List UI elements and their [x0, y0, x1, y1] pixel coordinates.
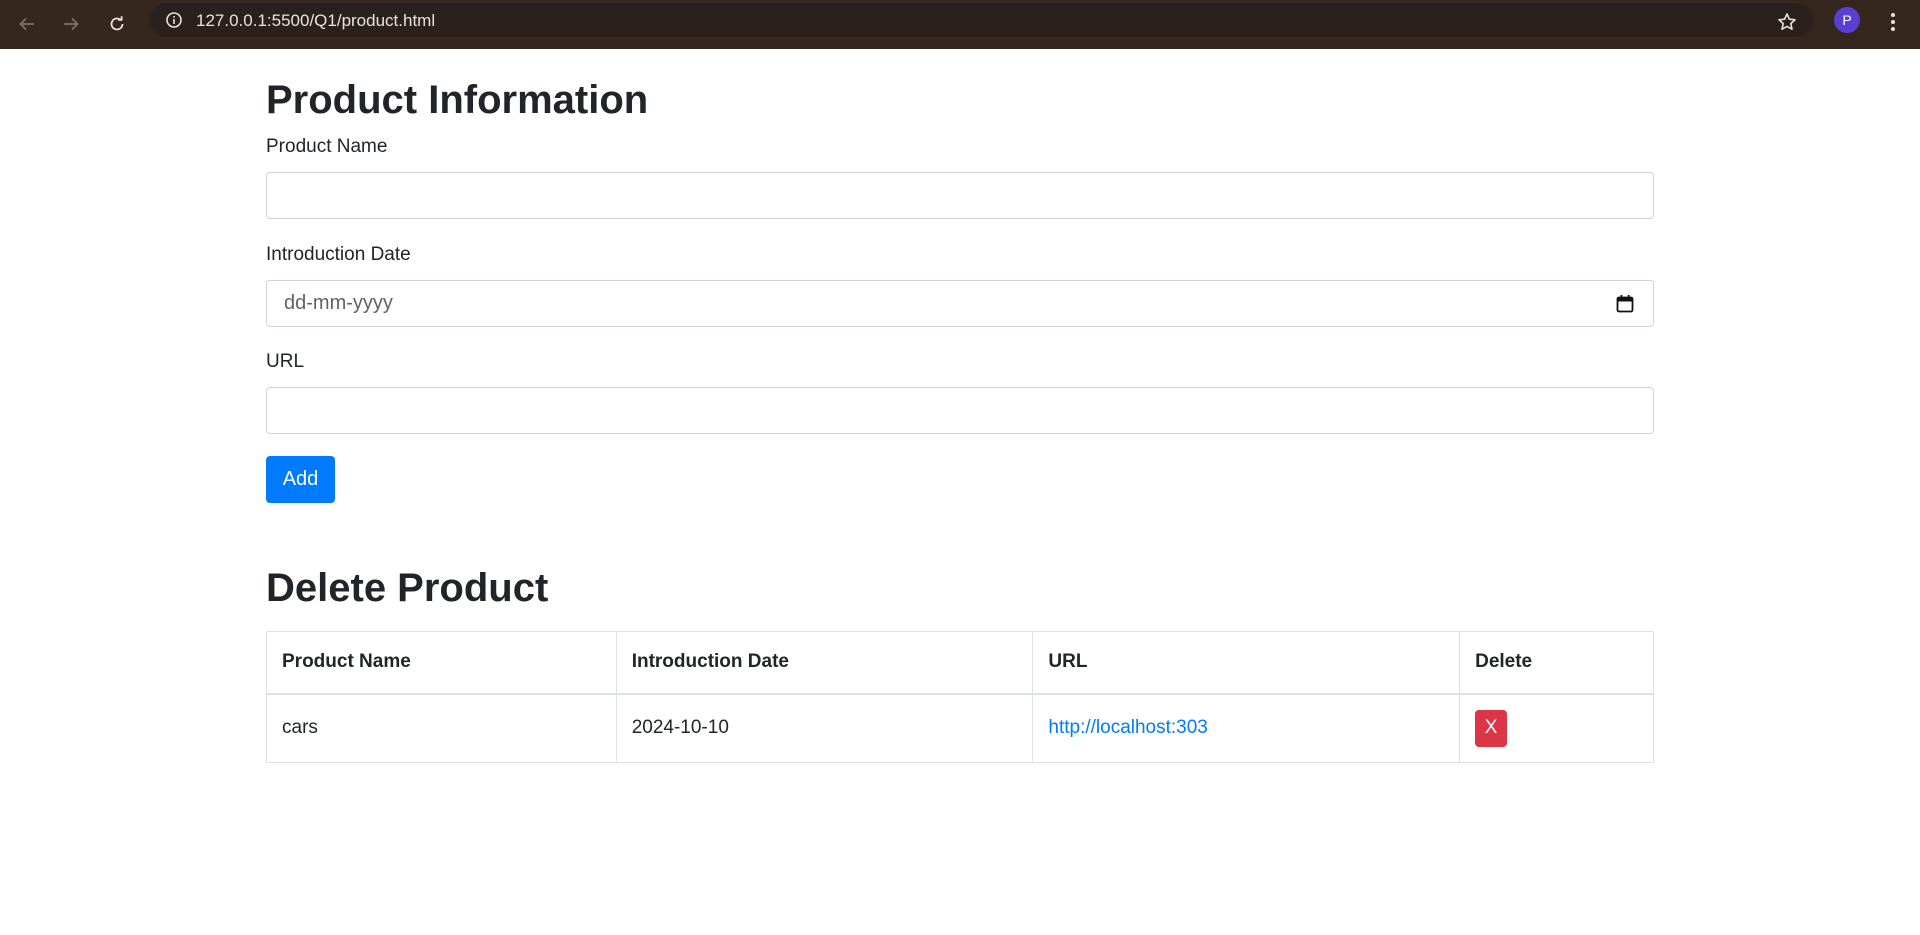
introduction-date-label: Introduction Date [266, 244, 411, 265]
cell-introduction-date: 2024-10-10 [615, 693, 1034, 763]
product-name-label: Product Name [266, 136, 388, 157]
url-label: URL [266, 351, 305, 372]
introduction-date-input[interactable]: dd-mm-yyyy [266, 280, 1654, 327]
address-bar[interactable]: 127.0.0.1:5500/Q1/product.html [150, 3, 1814, 37]
back-button[interactable] [10, 7, 44, 41]
delete-product-title: Delete Product [266, 566, 549, 610]
arrow-left-icon [18, 15, 36, 33]
bookmark-button[interactable] [1770, 7, 1804, 41]
table-header-row: Product Name Introduction Date URL Delet… [266, 631, 1654, 695]
add-button[interactable]: Add [266, 456, 335, 503]
product-url-link[interactable]: http://localhost:303 [1048, 717, 1208, 738]
product-information-title: Product Information [266, 78, 649, 122]
arrow-right-icon [62, 15, 80, 33]
browser-menu-button[interactable] [1880, 7, 1906, 41]
reload-button[interactable] [100, 7, 134, 41]
site-info-icon[interactable] [162, 8, 186, 32]
url-input[interactable] [266, 387, 1654, 434]
product-name-input[interactable] [266, 172, 1654, 219]
reload-icon [108, 15, 126, 33]
more-vertical-icon [1890, 12, 1896, 37]
calendar-icon[interactable] [1615, 294, 1635, 314]
column-header-introduction-date: Introduction Date [615, 631, 1034, 695]
profile-avatar[interactable]: P [1834, 7, 1860, 33]
cell-product-name: cars [266, 693, 617, 763]
delete-button[interactable]: X [1475, 709, 1508, 747]
table-row: cars 2024-10-10 http://localhost:303 X [266, 693, 1654, 763]
url-text: 127.0.0.1:5500/Q1/product.html [196, 11, 436, 30]
column-header-product-name: Product Name [266, 631, 617, 695]
products-table: Product Name Introduction Date URL Delet… [266, 631, 1654, 763]
browser-toolbar: 127.0.0.1:5500/Q1/product.html P [0, 0, 1920, 49]
cell-delete: X [1459, 693, 1654, 763]
forward-button[interactable] [54, 7, 88, 41]
column-header-url: URL [1032, 631, 1461, 695]
date-placeholder: dd-mm-yyyy [284, 292, 393, 314]
cell-url: http://localhost:303 [1032, 693, 1461, 763]
column-header-delete: Delete [1459, 631, 1654, 695]
star-icon [1777, 12, 1797, 37]
